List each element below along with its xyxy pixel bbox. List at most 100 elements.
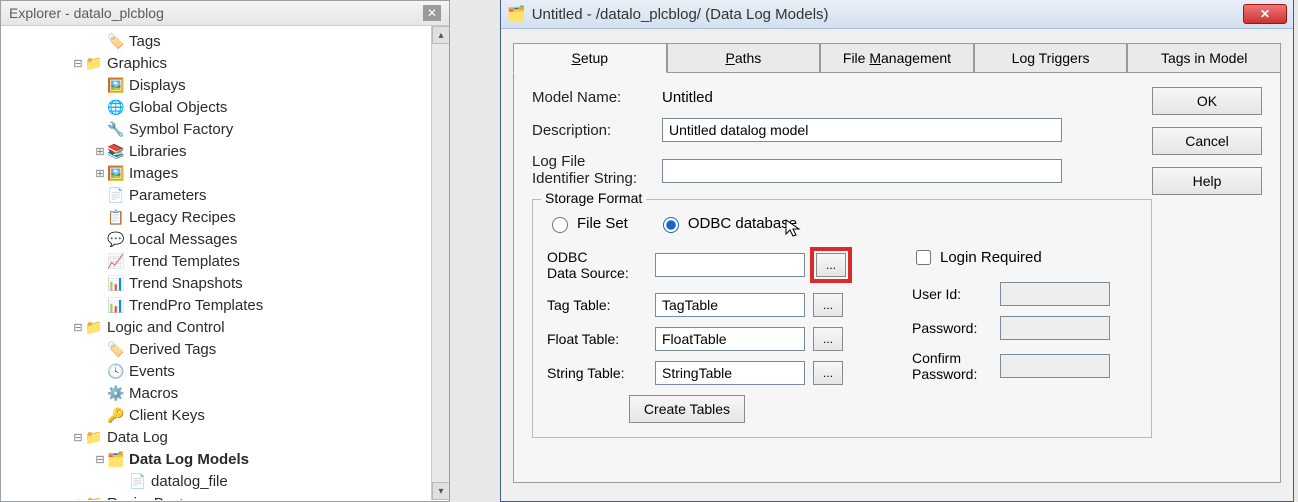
tree-libraries-label: Libraries [129,143,187,160]
string-table-browse-button[interactable]: ... [813,361,843,385]
tree-recipepro-icon: 📁 [85,495,103,500]
tree-legacy-recipes-label: Legacy Recipes [129,209,236,226]
radio-fileset[interactable]: File Set [547,214,628,233]
tag-table-input[interactable] [655,293,805,317]
tree-local-messages-label: Local Messages [129,231,237,248]
tree-derived-tags-label: Derived Tags [129,341,216,358]
odbc-source-input[interactable] [655,253,805,277]
help-button[interactable]: Help [1152,167,1262,195]
explorer-title-text: Explorer - datalo_plcblog [9,5,164,21]
scroll-down-icon[interactable]: ▾ [432,482,449,500]
tree-datalog-file[interactable]: ⋯📄datalog_file [1,470,449,492]
tree-global-objects[interactable]: ⋯🌐Global Objects [1,96,449,118]
tree-recipepro[interactable]: ⊟📁RecipePro+ [1,492,449,500]
tree-events-icon: 🕓 [107,363,125,379]
tab-file-management[interactable]: File Management [820,43,974,73]
tree-global-objects-icon: 🌐 [107,99,125,115]
tab-setup[interactable]: Setup [513,43,667,73]
tree-displays-icon: 🖼️ [107,77,125,93]
confirm-password-input[interactable] [1000,354,1110,378]
radio-fileset-input[interactable] [552,217,568,233]
model-name-label: Model Name: [532,89,662,106]
expander-icon[interactable]: ⊟ [71,321,85,334]
tree-trend-templates-icon: 📈 [107,253,125,269]
tag-table-browse-button[interactable]: ... [813,293,843,317]
expander-icon[interactable]: ⊟ [71,431,85,444]
tree-images-label: Images [129,165,178,182]
tree-trend-snapshots[interactable]: ⋯📊Trend Snapshots [1,272,449,294]
tree-graphics[interactable]: ⊟📁Graphics [1,52,449,74]
login-required-input[interactable] [916,250,931,265]
expander-icon[interactable]: ⊟ [71,497,85,501]
odbc-source-browse-button[interactable]: ... [816,253,846,277]
expander-icon[interactable]: ⊟ [71,57,85,70]
tree-client-keys[interactable]: ⋯🔑Client Keys [1,404,449,426]
datalog-dialog: 🗂️ Untitled - /datalo_plcblog/ (Data Log… [500,0,1294,502]
tree-trend-snapshots-label: Trend Snapshots [129,275,243,292]
tree-trend-templates-label: Trend Templates [129,253,240,270]
cancel-button[interactable]: Cancel [1152,127,1262,155]
tree-global-objects-label: Global Objects [129,99,227,116]
tree-logic-control[interactable]: ⊟📁Logic and Control [1,316,449,338]
storage-format-title: Storage Format [541,190,646,206]
user-id-label: User Id: [912,286,992,302]
tree-trend-templates[interactable]: ⋯📈Trend Templates [1,250,449,272]
tree-graphics-icon: 📁 [85,55,103,71]
tree-symbol-factory-label: Symbol Factory [129,121,233,138]
float-table-label: Float Table: [547,331,647,347]
tree-parameters[interactable]: ⋯📄Parameters [1,184,449,206]
float-table-browse-button[interactable]: ... [813,327,843,351]
explorer-close-button[interactable]: ✕ [423,5,441,21]
log-file-id-input[interactable] [662,159,1062,183]
expander-icon[interactable]: ⊞ [93,167,107,180]
tree-logic-control-icon: 📁 [85,319,103,335]
tree-client-keys-icon: 🔑 [107,407,125,423]
radio-odbc-input[interactable] [663,217,679,233]
tree-tags[interactable]: ⋯🏷️Tags [1,30,449,52]
tree-images[interactable]: ⊞🖼️Images [1,162,449,184]
tree-libraries-icon: 📚 [107,143,125,159]
string-table-label: String Table: [547,365,647,381]
tree-tags-icon: 🏷️ [107,33,125,49]
string-table-input[interactable] [655,361,805,385]
float-table-input[interactable] [655,327,805,351]
tree-macros-label: Macros [129,385,178,402]
dialog-titlebar[interactable]: 🗂️ Untitled - /datalo_plcblog/ (Data Log… [501,0,1293,29]
login-required-checkbox[interactable]: Login Required [912,247,1110,268]
radio-odbc[interactable]: ODBC database [658,214,797,233]
tree-data-log-models[interactable]: ⊟🗂️Data Log Models [1,448,449,470]
tree-legacy-recipes[interactable]: ⋯📋Legacy Recipes [1,206,449,228]
scroll-up-icon[interactable]: ▴ [432,26,449,44]
tree-logic-control-label: Logic and Control [107,319,225,336]
tree-datalog-file-label: datalog_file [151,473,228,490]
tree-trendpro-templates[interactable]: ⋯📊TrendPro Templates [1,294,449,316]
tab-log-triggers[interactable]: Log Triggers [974,43,1128,73]
tree-events[interactable]: ⋯🕓Events [1,360,449,382]
confirm-password-label: Confirm Password: [912,350,992,382]
storage-left-column: ODBC Data Source: ... Tag Table: ... [547,247,852,423]
log-file-id-label: Log File Identifier String: [532,154,662,187]
tree-displays[interactable]: ⋯🖼️Displays [1,74,449,96]
tree-libraries[interactable]: ⊞📚Libraries [1,140,449,162]
tree-images-icon: 🖼️ [107,165,125,181]
tree-legacy-recipes-icon: 📋 [107,209,125,225]
tree-derived-tags[interactable]: ⋯🏷️Derived Tags [1,338,449,360]
user-id-input[interactable] [1000,282,1110,306]
dialog-close-button[interactable]: ✕ [1243,4,1287,24]
password-label: Password: [912,320,992,336]
password-input[interactable] [1000,316,1110,340]
expander-icon[interactable]: ⊟ [93,453,107,466]
tree-macros[interactable]: ⋯⚙️Macros [1,382,449,404]
tree-data-log[interactable]: ⊟📁Data Log [1,426,449,448]
description-input[interactable] [662,118,1062,142]
create-tables-button[interactable]: Create Tables [629,395,745,423]
expander-icon[interactable]: ⊞ [93,145,107,158]
ok-button[interactable]: OK [1152,87,1262,115]
browse-highlight: ... [810,247,852,283]
tab-tags-in-model[interactable]: Tags in Model [1127,43,1281,73]
tree-data-log-models-icon: 🗂️ [107,451,125,467]
tree-scrollbar[interactable]: ▴ ▾ [431,26,449,500]
tree-local-messages[interactable]: ⋯💬Local Messages [1,228,449,250]
tree-symbol-factory[interactable]: ⋯🔧Symbol Factory [1,118,449,140]
tab-paths[interactable]: Paths [667,43,821,73]
